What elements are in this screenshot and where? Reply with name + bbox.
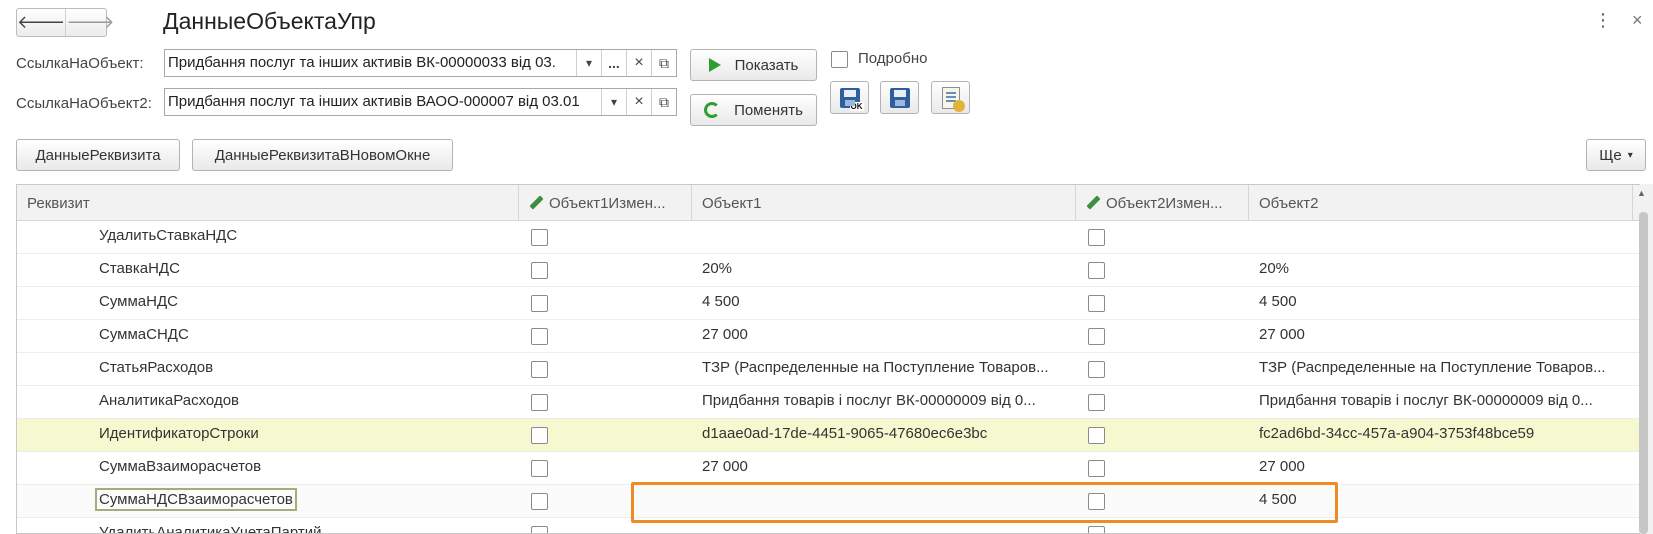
open-window-icon: ⧉ bbox=[659, 93, 669, 110]
obj1-changed-checkbox[interactable] bbox=[531, 394, 548, 411]
document-export-icon bbox=[941, 86, 965, 112]
attribute-data-button[interactable]: ДанныеРеквизита bbox=[16, 139, 180, 171]
clear-icon: × bbox=[634, 54, 644, 71]
column-header-obj1[interactable]: Объект1 bbox=[692, 185, 1076, 221]
change-button[interactable]: Поменять bbox=[690, 94, 817, 126]
obj2-changed-checkbox[interactable] bbox=[1088, 295, 1105, 312]
forward-button[interactable]: 🡒 bbox=[65, 9, 115, 36]
table-row[interactable]: УдалитьСтавкаНДС bbox=[17, 221, 1653, 254]
clear-icon: × bbox=[634, 93, 644, 110]
details-label: Подробно bbox=[858, 50, 928, 67]
attribute-data-new-window-label: ДанныеРеквизитаВНовомОкне bbox=[214, 146, 431, 164]
obj2-changed-checkbox[interactable] bbox=[1088, 394, 1105, 411]
details-checkbox[interactable] bbox=[831, 51, 848, 68]
more-button[interactable]: Ще ▾ bbox=[1586, 139, 1646, 171]
show-button-label: Показать bbox=[734, 56, 799, 74]
play-icon bbox=[708, 58, 721, 72]
pencil-icon bbox=[1086, 196, 1100, 210]
obj1-changed-checkbox[interactable] bbox=[531, 229, 548, 246]
save-ok-button[interactable]: OK bbox=[830, 81, 869, 114]
show-button[interactable]: Показать bbox=[690, 49, 817, 81]
ref2-value[interactable]: Придбання послуг та інших активів ВАОО-0… bbox=[165, 89, 601, 115]
attribute-data-label: ДанныеРеквизита bbox=[35, 146, 161, 164]
obj2-changed-checkbox[interactable] bbox=[1088, 526, 1105, 533]
ref1-value[interactable]: Придбання послуг та інших активів ВК-000… bbox=[165, 50, 576, 76]
more-button-label: Ще bbox=[1599, 146, 1622, 164]
ref1-clear-button[interactable]: × bbox=[626, 50, 651, 76]
table-row[interactable]: СтатьяРасходов ТЗР (Распределенные на По… bbox=[17, 353, 1653, 386]
ellipsis-icon: ... bbox=[608, 55, 620, 71]
obj1-changed-checkbox[interactable] bbox=[531, 427, 548, 444]
column-header-attribute[interactable]: Реквизит bbox=[17, 185, 519, 221]
obj1-changed-checkbox[interactable] bbox=[531, 493, 548, 510]
scroll-up-icon[interactable]: ▲ bbox=[1637, 188, 1646, 198]
column-header-obj1-changed[interactable]: Объект1Измен... bbox=[519, 185, 692, 221]
obj1-changed-checkbox[interactable] bbox=[531, 526, 548, 533]
obj2-changed-checkbox[interactable] bbox=[1088, 262, 1105, 279]
chevron-down-icon: ▾ bbox=[585, 56, 593, 70]
table-row[interactable]: СуммаВзаиморасчетов 27 000 27 000 bbox=[17, 452, 1653, 485]
export-button[interactable] bbox=[931, 81, 970, 114]
back-button[interactable]: 🡐 bbox=[17, 9, 65, 36]
open-window-icon: ⧉ bbox=[659, 54, 669, 71]
annotation-highlight-box bbox=[631, 482, 1338, 523]
table-row[interactable]: АналитикаРасходов Придбання товарів і по… bbox=[17, 386, 1653, 419]
table-header: Реквизит Объект1Измен... Объект1 Объект2… bbox=[17, 185, 1653, 221]
page-title: ДанныеОбъектаУпр bbox=[163, 8, 376, 34]
obj2-changed-checkbox[interactable] bbox=[1088, 427, 1105, 444]
save-ok-icon: OK bbox=[839, 87, 864, 111]
ref2-open-button[interactable]: ⧉ bbox=[651, 89, 676, 115]
chevron-down-icon: ▾ bbox=[610, 95, 618, 109]
close-icon[interactable]: × bbox=[1632, 10, 1643, 31]
column-header-obj2-changed[interactable]: Объект2Измен... bbox=[1076, 185, 1249, 221]
history-nav: 🡐 🡒 bbox=[16, 8, 115, 37]
obj1-changed-checkbox[interactable] bbox=[531, 361, 548, 378]
obj2-changed-checkbox[interactable] bbox=[1088, 229, 1105, 246]
ref2-field[interactable]: Придбання послуг та інших активів ВАОО-0… bbox=[164, 88, 677, 116]
refresh-icon bbox=[704, 102, 721, 118]
table-row[interactable]: СуммаНДС 4 500 4 500 bbox=[17, 287, 1653, 320]
scroll-thumb[interactable] bbox=[1639, 212, 1648, 534]
table-row[interactable]: СтавкаНДС 20% 20% bbox=[17, 254, 1653, 287]
change-button-label: Поменять bbox=[734, 101, 803, 119]
ref2-dropdown-button[interactable]: ▾ bbox=[601, 89, 626, 115]
table-row[interactable]: СуммаСНДС 27 000 27 000 bbox=[17, 320, 1653, 353]
chevron-down-icon: ▾ bbox=[1627, 149, 1633, 161]
ref1-open-button[interactable]: ⧉ bbox=[651, 50, 676, 76]
ref2-clear-button[interactable]: × bbox=[626, 89, 651, 115]
attribute-data-new-window-button[interactable]: ДанныеРеквизитаВНовомОкне bbox=[192, 139, 453, 171]
ref1-select-button[interactable]: ... bbox=[601, 50, 626, 76]
ref1-field[interactable]: Придбання послуг та інших активів ВК-000… bbox=[164, 49, 677, 77]
arrow-right-icon: 🡒 bbox=[66, 12, 115, 32]
selected-cell[interactable]: СуммаНДСВзаиморасчетов bbox=[95, 488, 297, 511]
column-header-obj2[interactable]: Объект2 bbox=[1249, 185, 1633, 221]
save-button[interactable] bbox=[880, 81, 919, 114]
table-row[interactable]: ИдентификаторСтроки d1aae0ad-17de-4451-9… bbox=[17, 419, 1653, 452]
pencil-icon bbox=[529, 196, 543, 210]
save-icon bbox=[889, 87, 910, 108]
obj2-changed-checkbox[interactable] bbox=[1088, 328, 1105, 345]
obj1-changed-checkbox[interactable] bbox=[531, 328, 548, 345]
obj2-changed-checkbox[interactable] bbox=[1088, 460, 1105, 477]
obj1-changed-checkbox[interactable] bbox=[531, 460, 548, 477]
obj1-changed-checkbox[interactable] bbox=[531, 262, 548, 279]
arrow-left-icon: 🡐 bbox=[17, 12, 66, 32]
ref1-label: СсылкаНаОбъект: bbox=[16, 55, 144, 72]
obj1-changed-checkbox[interactable] bbox=[531, 295, 548, 312]
ref1-dropdown-button[interactable]: ▾ bbox=[576, 50, 601, 76]
ref2-label: СсылкаНаОбъект2: bbox=[16, 95, 152, 112]
more-menu-icon[interactable]: ⋮ bbox=[1594, 11, 1612, 29]
obj2-changed-checkbox[interactable] bbox=[1088, 361, 1105, 378]
